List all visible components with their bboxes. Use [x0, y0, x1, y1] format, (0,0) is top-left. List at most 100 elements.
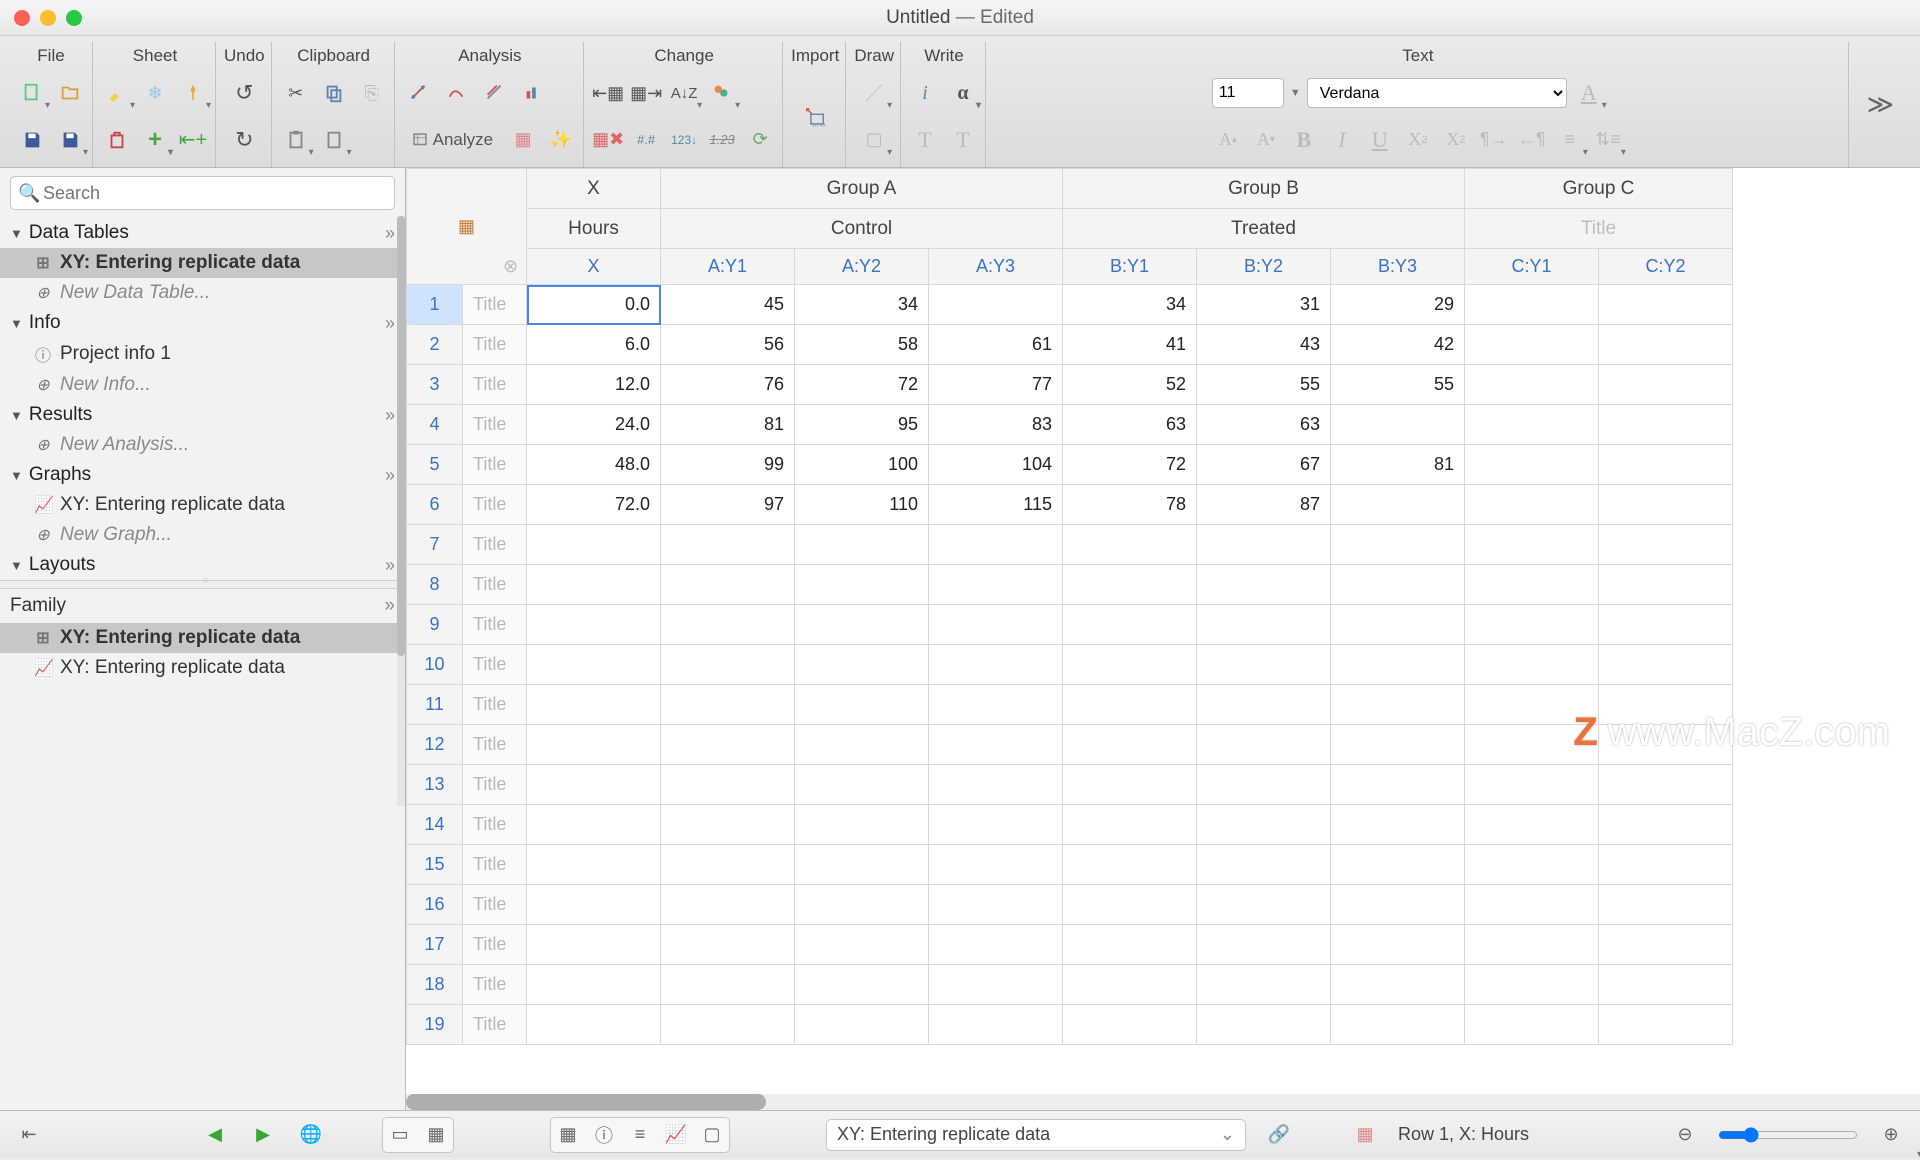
- data-cell[interactable]: [1599, 645, 1733, 685]
- data-cell[interactable]: [1599, 365, 1733, 405]
- data-cell[interactable]: [795, 965, 929, 1005]
- data-cell[interactable]: [527, 685, 661, 725]
- data-cell[interactable]: 12.0: [527, 365, 661, 405]
- group-subheader[interactable]: Control: [661, 209, 1063, 249]
- row-title-cell[interactable]: Title: [463, 765, 527, 805]
- data-cell[interactable]: [527, 965, 661, 1005]
- data-cell[interactable]: [1599, 965, 1733, 1005]
- delete-sheet-button[interactable]: [101, 124, 133, 156]
- column-id[interactable]: B:Y3: [1331, 249, 1465, 285]
- nav-item[interactable]: ⊕New Graph...: [0, 520, 405, 550]
- nav-item[interactable]: 📈XY: Entering replicate data: [0, 490, 405, 520]
- data-cell[interactable]: [1331, 525, 1465, 565]
- data-cell[interactable]: [1465, 445, 1599, 485]
- highlight-button[interactable]: [101, 77, 133, 109]
- data-cell[interactable]: [527, 725, 661, 765]
- nav-item[interactable]: ⊞XY: Entering replicate data: [0, 248, 405, 278]
- current-sheet-selector[interactable]: XY: Entering replicate data⌄: [826, 1119, 1246, 1151]
- row-title-cell[interactable]: Title: [463, 365, 527, 405]
- data-cell[interactable]: [1599, 925, 1733, 965]
- family-item[interactable]: 📈XY: Entering replicate data: [0, 653, 405, 683]
- grid-view-button[interactable]: ▦: [421, 1120, 451, 1150]
- column-id[interactable]: A:Y1: [661, 249, 795, 285]
- data-cell[interactable]: [527, 605, 661, 645]
- data-cell[interactable]: [929, 525, 1063, 565]
- toolbar-overflow-button[interactable]: ≫: [1851, 42, 1910, 167]
- data-cell[interactable]: [661, 645, 795, 685]
- row-number[interactable]: 18: [407, 965, 463, 1005]
- text-tool-button[interactable]: T: [909, 124, 941, 156]
- data-cell[interactable]: [929, 845, 1063, 885]
- column-id[interactable]: C:Y1: [1465, 249, 1599, 285]
- row-title-cell[interactable]: Title: [463, 725, 527, 765]
- group-header[interactable]: Group A: [661, 169, 1063, 209]
- row-number[interactable]: 12: [407, 725, 463, 765]
- magic-button[interactable]: ✨: [545, 124, 577, 156]
- row-title-cell[interactable]: Title: [463, 925, 527, 965]
- paste-link-button[interactable]: ⎘: [356, 77, 388, 109]
- data-cell[interactable]: [1465, 485, 1599, 525]
- data-cell[interactable]: [929, 685, 1063, 725]
- data-cell[interactable]: [1599, 845, 1733, 885]
- data-cell[interactable]: [1331, 485, 1465, 525]
- data-cell[interactable]: 81: [1331, 445, 1465, 485]
- data-cell[interactable]: [661, 685, 795, 725]
- data-cell[interactable]: [527, 925, 661, 965]
- data-cell[interactable]: 42: [1331, 325, 1465, 365]
- column-id[interactable]: B:Y1: [1063, 249, 1197, 285]
- data-cell[interactable]: 55: [1331, 365, 1465, 405]
- column-id[interactable]: A:Y3: [929, 249, 1063, 285]
- data-cell[interactable]: [661, 525, 795, 565]
- decrease-font-button[interactable]: A▾: [1250, 124, 1282, 156]
- data-cell[interactable]: [929, 925, 1063, 965]
- alpha-button[interactable]: α: [947, 77, 979, 109]
- link-button[interactable]: 🔗: [1264, 1120, 1294, 1150]
- data-cell[interactable]: [1599, 445, 1733, 485]
- row-title-cell[interactable]: Title: [463, 525, 527, 565]
- paste-special-button[interactable]: [318, 124, 350, 156]
- data-cell[interactable]: 115: [929, 485, 1063, 525]
- group-header[interactable]: X: [527, 169, 661, 209]
- data-cell[interactable]: [1063, 805, 1197, 845]
- data-cell[interactable]: [1063, 645, 1197, 685]
- sort-button[interactable]: A↓Z: [668, 77, 700, 109]
- data-cell[interactable]: [795, 885, 929, 925]
- data-cell[interactable]: [527, 645, 661, 685]
- row-number[interactable]: 4: [407, 405, 463, 445]
- family-item[interactable]: ⊞XY: Entering replicate data: [0, 623, 405, 653]
- superscript-button[interactable]: X2: [1402, 124, 1434, 156]
- change-color-button[interactable]: [706, 77, 738, 109]
- column-id[interactable]: B:Y2: [1197, 249, 1331, 285]
- data-cell[interactable]: [1063, 565, 1197, 605]
- data-cell[interactable]: 24.0: [527, 405, 661, 445]
- row-title-cell[interactable]: Title: [463, 645, 527, 685]
- data-cell[interactable]: [1063, 925, 1197, 965]
- font-color-button[interactable]: A: [1573, 77, 1605, 109]
- row-title-cell[interactable]: Title: [463, 405, 527, 445]
- rtl-button[interactable]: ←¶: [1516, 124, 1548, 156]
- data-cell[interactable]: [527, 1005, 661, 1045]
- nav-section-header[interactable]: ▼Data Tables»: [0, 218, 405, 248]
- data-cell[interactable]: 72.0: [527, 485, 661, 525]
- data-cell[interactable]: [527, 525, 661, 565]
- font-size-input[interactable]: [1212, 78, 1284, 108]
- data-cell[interactable]: [1599, 805, 1733, 845]
- data-cell[interactable]: 87: [1197, 485, 1331, 525]
- data-cell[interactable]: [1197, 805, 1331, 845]
- row-title-cell[interactable]: Title: [463, 845, 527, 885]
- data-cell[interactable]: [795, 525, 929, 565]
- nav-section-header[interactable]: ▼Results»: [0, 400, 405, 430]
- data-cell[interactable]: [1197, 845, 1331, 885]
- data-cell[interactable]: 97: [661, 485, 795, 525]
- change-btn-5[interactable]: ▦✖: [592, 124, 624, 156]
- data-cell[interactable]: [1465, 805, 1599, 845]
- data-cell[interactable]: 63: [1197, 405, 1331, 445]
- data-cell[interactable]: [1465, 405, 1599, 445]
- data-cell[interactable]: [661, 1005, 795, 1045]
- data-cell[interactable]: [1465, 845, 1599, 885]
- row-title-cell[interactable]: Title: [463, 285, 527, 325]
- data-cell[interactable]: [1063, 885, 1197, 925]
- data-cell[interactable]: [795, 565, 929, 605]
- data-cell[interactable]: [1331, 765, 1465, 805]
- nav-item[interactable]: ⊕New Analysis...: [0, 430, 405, 460]
